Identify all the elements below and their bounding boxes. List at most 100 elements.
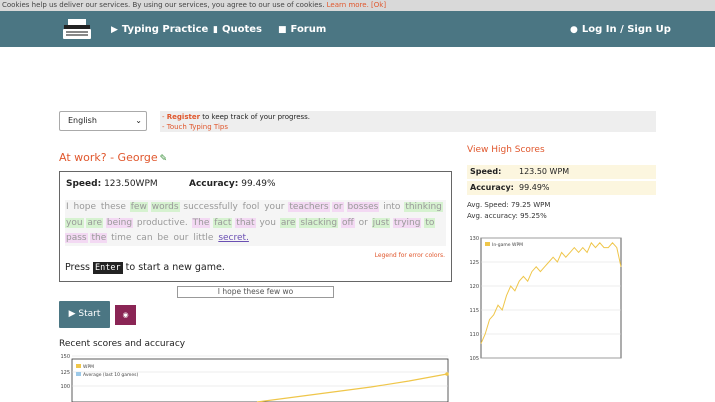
quote-word: pass xyxy=(65,233,88,243)
register-rest: to keep track of your progress. xyxy=(200,113,311,121)
nav-typing-practice[interactable]: ▶ Typing Practice xyxy=(111,23,208,37)
nav-forum[interactable]: ■ Forum xyxy=(278,23,326,37)
view-high-scores-link[interactable]: View High Scores xyxy=(467,145,545,155)
quote-word: our xyxy=(173,233,189,243)
comment-icon: ■ xyxy=(278,25,287,35)
cookie-ok-link[interactable]: [Ok] xyxy=(371,1,386,9)
quote-word: these xyxy=(100,202,126,212)
y-tick-label: 125 xyxy=(60,370,70,376)
y-tick-label: 150 xyxy=(60,354,70,360)
quote-word: just xyxy=(371,217,391,228)
y-tick-label: 115 xyxy=(469,308,479,314)
quote-word: time xyxy=(111,233,132,243)
register-link[interactable]: Register xyxy=(167,113,200,121)
legend-label: In-game WPM xyxy=(492,242,523,248)
start-button[interactable]: ▶ Start xyxy=(59,301,110,328)
hs-accuracy-row: Accuracy: 99.49% xyxy=(467,181,656,195)
nav-typing-practice-label: Typing Practice xyxy=(121,24,209,35)
quote-word: successfully xyxy=(183,202,238,212)
recent-scores-title: Recent scores and accuracy xyxy=(59,339,186,349)
enter-key: Enter xyxy=(93,262,123,274)
quote-word: into xyxy=(383,202,401,212)
legend-label-wpm: WPM xyxy=(83,364,94,370)
accuracy-stat: Accuracy: 99.49% xyxy=(189,179,276,189)
quote-word: be xyxy=(157,233,169,243)
record-button[interactable]: ◉ xyxy=(115,305,136,325)
quote-word: fool xyxy=(242,202,260,212)
accuracy-value: 99.49% xyxy=(241,179,276,189)
plot-frame xyxy=(480,237,622,359)
quote-text: I hope these few words successfully fool… xyxy=(65,200,446,246)
register-box: - Register to keep track of your progres… xyxy=(160,111,656,132)
quote-word: The xyxy=(191,217,211,228)
speed-label: Speed: xyxy=(66,179,102,189)
quote-word: that xyxy=(235,217,256,228)
cookie-text: Cookies help us deliver our services. By… xyxy=(2,1,325,9)
y-tick-label: 130 xyxy=(469,236,479,242)
nav-quotes[interactable]: ▮ Quotes xyxy=(213,23,262,37)
nav-login[interactable]: ● Log In / Sign Up xyxy=(570,23,671,37)
quote-word: trying xyxy=(392,217,422,228)
hs-accuracy-label: Accuracy: xyxy=(470,183,514,192)
accuracy-label: Accuracy: xyxy=(189,179,239,189)
start-button-label: Start xyxy=(78,309,101,319)
quote-word: off xyxy=(340,217,355,228)
quote-word: can xyxy=(136,233,153,243)
plot-frame xyxy=(71,358,449,402)
quote-word: or xyxy=(332,202,344,212)
hs-speed-label: Speed: xyxy=(470,167,502,176)
legend-swatch-avg xyxy=(76,372,81,376)
play-icon: ▶ xyxy=(68,309,76,319)
y-tick-label: 105 xyxy=(469,356,479,362)
press-enter-hint: Press Enter to start a new game. xyxy=(65,262,225,274)
y-tick-label: 100 xyxy=(60,384,70,390)
quote-word: teachers xyxy=(288,202,330,212)
quote-word: fact xyxy=(213,217,233,228)
wpm-point xyxy=(445,372,449,376)
quote-word: I xyxy=(66,202,69,212)
nav-login-label: Log In / Sign Up xyxy=(581,24,671,35)
quote-word: few xyxy=(129,202,148,212)
cookie-learn-more-link[interactable]: Learn more. xyxy=(327,1,369,9)
language-select[interactable]: English ⌄ xyxy=(59,111,147,131)
hs-speed-row: Speed: 123.50 WPM xyxy=(467,165,656,179)
quote-word: hope xyxy=(73,202,96,212)
quote-word: to xyxy=(424,217,436,228)
y-tick-label: 120 xyxy=(469,284,479,290)
chevron-down-icon: ⌄ xyxy=(135,116,142,125)
user-icon: ● xyxy=(570,25,578,35)
quote-word: are xyxy=(279,217,297,228)
nav-forum-label: Forum xyxy=(290,24,327,35)
quote-title: At work? - George ✎ xyxy=(59,151,167,164)
recent-scores-chart: 150 125 100 WPM Average (last 10 games) xyxy=(60,354,449,402)
legend-error-colors-link[interactable]: Legend for error colors. xyxy=(375,252,445,259)
typewriter-logo-icon[interactable] xyxy=(62,17,92,41)
quote-word: words xyxy=(150,202,180,212)
quote-word: the xyxy=(90,233,108,243)
book-icon: ▮ xyxy=(213,25,218,35)
quote-word: slacking xyxy=(299,217,339,228)
quote-word: your xyxy=(264,202,285,212)
pencil-icon[interactable]: ✎ xyxy=(160,154,168,164)
record-icon: ◉ xyxy=(122,311,129,319)
speed-stat: Speed: 123.50WPM xyxy=(66,179,158,189)
legend-swatch-wpm xyxy=(76,364,81,368)
y-tick-label: 125 xyxy=(469,260,479,266)
quote-word: are xyxy=(86,217,103,228)
play-icon: ▶ xyxy=(111,25,118,35)
speed-value: 123.50WPM xyxy=(104,179,158,189)
avg-accuracy: Avg. accuracy: 95.25% xyxy=(467,212,547,220)
hs-accuracy-value: 99.49% xyxy=(519,183,550,192)
hs-speed-value: 123.50 WPM xyxy=(519,167,570,176)
quote-word: productive. xyxy=(136,217,188,228)
y-tick-label: 110 xyxy=(469,332,479,338)
press-prefix: Press xyxy=(65,262,91,273)
quote-word: or xyxy=(358,217,368,228)
avg-speed: Avg. Speed: 79.25 WPM xyxy=(467,201,551,209)
quote-word: little xyxy=(193,233,214,243)
language-selected: English xyxy=(68,116,97,125)
typing-input[interactable]: I hope these few wo xyxy=(177,286,334,298)
quote-word: secret. xyxy=(218,233,249,243)
quote-word: you xyxy=(259,217,276,228)
touch-typing-tips-link[interactable]: - Touch Typing Tips xyxy=(162,123,228,131)
